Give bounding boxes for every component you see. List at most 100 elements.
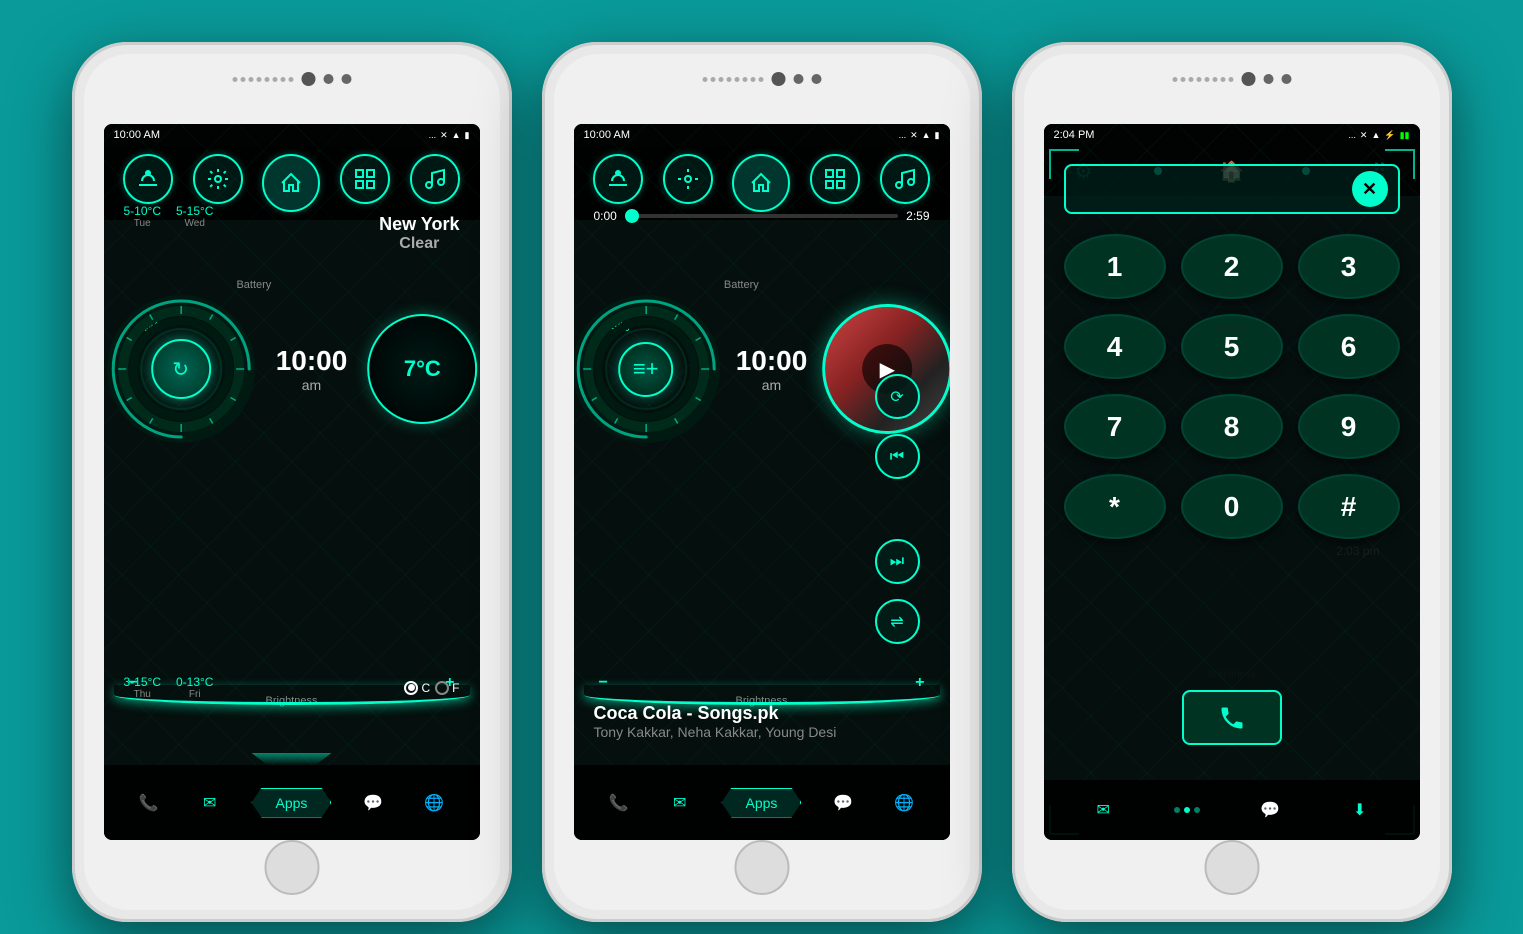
dock-phone-2[interactable]: 📞 [600, 784, 638, 822]
dot-b1 [1174, 807, 1180, 813]
bottom-forecast: 3-15°C Thu 0-13°C Fri [124, 675, 214, 700]
forecast-day-1: 5-10°C Tue [124, 204, 161, 229]
clock-display-1: 10:00 am [276, 345, 348, 393]
sensor-dot [323, 74, 333, 84]
refresh-btn[interactable]: ↻ [151, 339, 211, 399]
forecast-fri: 0-13°C Fri [176, 675, 213, 700]
nav-grid[interactable] [340, 154, 390, 204]
nav-music-2[interactable] [880, 154, 930, 204]
dock-email-3[interactable]: ✉ [1084, 791, 1122, 829]
nav-weather[interactable] [123, 154, 173, 204]
battery-3: ▮▮ [1400, 130, 1410, 141]
music-icon [423, 167, 447, 191]
forecast-label-1: Tue [124, 218, 161, 229]
temp-toggle: C F [404, 681, 459, 695]
repeat-btn[interactable]: ⟳ [875, 374, 920, 419]
dock-download-3[interactable]: ⬇ [1341, 791, 1379, 829]
dialer-input-field[interactable]: ✕ [1064, 164, 1400, 214]
nav-settings-2[interactable] [663, 154, 713, 204]
key-2[interactable]: 2 [1181, 234, 1283, 299]
key-star[interactable]: * [1064, 474, 1166, 539]
forecast-label-2: Wed [176, 218, 213, 229]
fahrenheit-radio[interactable]: F [435, 681, 459, 695]
fahrenheit-label: F [452, 681, 459, 695]
status-bar-2: 10:00 AM ... ✕ ▲ ▮ [574, 124, 950, 146]
shuffle-btn[interactable]: ⇌ [875, 599, 920, 644]
nav-music[interactable] [410, 154, 460, 204]
dock-apps-btn-1[interactable]: Apps [251, 788, 331, 818]
forecast-temp-fri: 0-13°C [176, 675, 213, 689]
song-artist: Tony Kakkar, Neha Kakkar, Young Desi [594, 724, 930, 740]
dock-message-2[interactable]: 💬 [824, 784, 862, 822]
speaker-dot [272, 77, 277, 82]
progress-start: 0:00 [594, 209, 617, 223]
sp-d3 [1172, 77, 1177, 82]
dock-message-1[interactable]: 💬 [354, 784, 392, 822]
clear-button[interactable]: ✕ [1352, 171, 1388, 207]
nav-home-2[interactable] [732, 154, 790, 212]
key-hash[interactable]: # [1298, 474, 1400, 539]
phone-frame-2: 10:00 AM ... ✕ ▲ ▮ [542, 42, 982, 922]
bottom-dock-2: 📞 ✉ Apps 💬 🌐 [574, 765, 950, 840]
forecast-temp-1: 5-10°C [124, 204, 161, 218]
sp-d [710, 77, 715, 82]
temp-value-1: 7°C [404, 356, 441, 382]
call-button[interactable] [1182, 690, 1282, 745]
key-6[interactable]: 6 [1298, 314, 1400, 379]
time-label-3: 2:03 pm [1336, 544, 1379, 558]
sp-d3 [1204, 77, 1209, 82]
status-time-2: 10:00 AM [584, 129, 630, 141]
key-9[interactable]: 9 [1298, 394, 1400, 459]
key-0[interactable]: 0 [1181, 474, 1283, 539]
phone-top-hardware [232, 72, 351, 86]
nav-weather-2[interactable] [593, 154, 643, 204]
front-camera-2 [771, 72, 785, 86]
bottom-triangle-1 [252, 753, 332, 765]
progress-track[interactable] [625, 214, 898, 218]
nav-grid-2[interactable] [810, 154, 860, 204]
dock-message-3[interactable]: 💬 [1251, 791, 1289, 829]
dock-email-1[interactable]: ✉ [191, 784, 229, 822]
progress-end: 2:59 [906, 209, 929, 223]
key-8[interactable]: 8 [1181, 394, 1283, 459]
speaker-dot [288, 77, 293, 82]
progress-bar: 0:00 2:59 [594, 209, 930, 223]
prev-btn[interactable]: ⏮ [875, 434, 920, 479]
signal-icon: ... [429, 130, 437, 140]
sp-d3 [1180, 77, 1185, 82]
speaker [232, 77, 293, 82]
key-1[interactable]: 1 [1064, 234, 1166, 299]
weather-condition: Clear [379, 235, 459, 253]
status-bar-3: 2:04 PM ... ✕ ▲ ⚡ ▮▮ [1044, 124, 1420, 146]
battery-label-3: Battery [1216, 324, 1248, 335]
sp-d [758, 77, 763, 82]
brightness-minus-2[interactable]: − [599, 674, 608, 692]
phone-inner-2: 10:00 AM ... ✕ ▲ ▮ [554, 54, 970, 910]
weather-display: New York Clear [379, 214, 459, 253]
key-3[interactable]: 3 [1298, 234, 1400, 299]
status-bar-1: 10:00 AM ... ✕ ▲ ▮ [104, 124, 480, 146]
sp-d3 [1188, 77, 1193, 82]
celsius-radio[interactable]: C [404, 681, 430, 695]
keypad: 1 2 3 4 5 6 7 8 9 * 0 # [1064, 234, 1400, 539]
nav-home[interactable] [262, 154, 320, 212]
dock-apps-btn-2[interactable]: Apps [721, 788, 801, 818]
celsius-label: C [421, 681, 430, 695]
forecast-day-2: 5-15°C Wed [176, 204, 213, 229]
key-7[interactable]: 7 [1064, 394, 1166, 459]
dock-email-2[interactable]: ✉ [661, 784, 699, 822]
home-button-2[interactable] [734, 840, 789, 895]
dock-phone-1[interactable]: 📞 [130, 784, 168, 822]
progress-thumb[interactable] [625, 209, 639, 223]
next-btn[interactable]: ⏭ [875, 539, 920, 584]
home-button-1[interactable] [264, 840, 319, 895]
home-button-3[interactable] [1204, 840, 1259, 895]
dock-browser-1[interactable]: 🌐 [415, 784, 453, 822]
sp-d [702, 77, 707, 82]
nav-settings[interactable] [193, 154, 243, 204]
status-icons-2: ... ✕ ▲ ▮ [899, 130, 940, 141]
speaker-dot [256, 77, 261, 82]
dock-browser-2[interactable]: 🌐 [885, 784, 923, 822]
temp-circle-1: 7°C [367, 314, 477, 424]
brightness-plus-2[interactable]: + [915, 674, 924, 692]
